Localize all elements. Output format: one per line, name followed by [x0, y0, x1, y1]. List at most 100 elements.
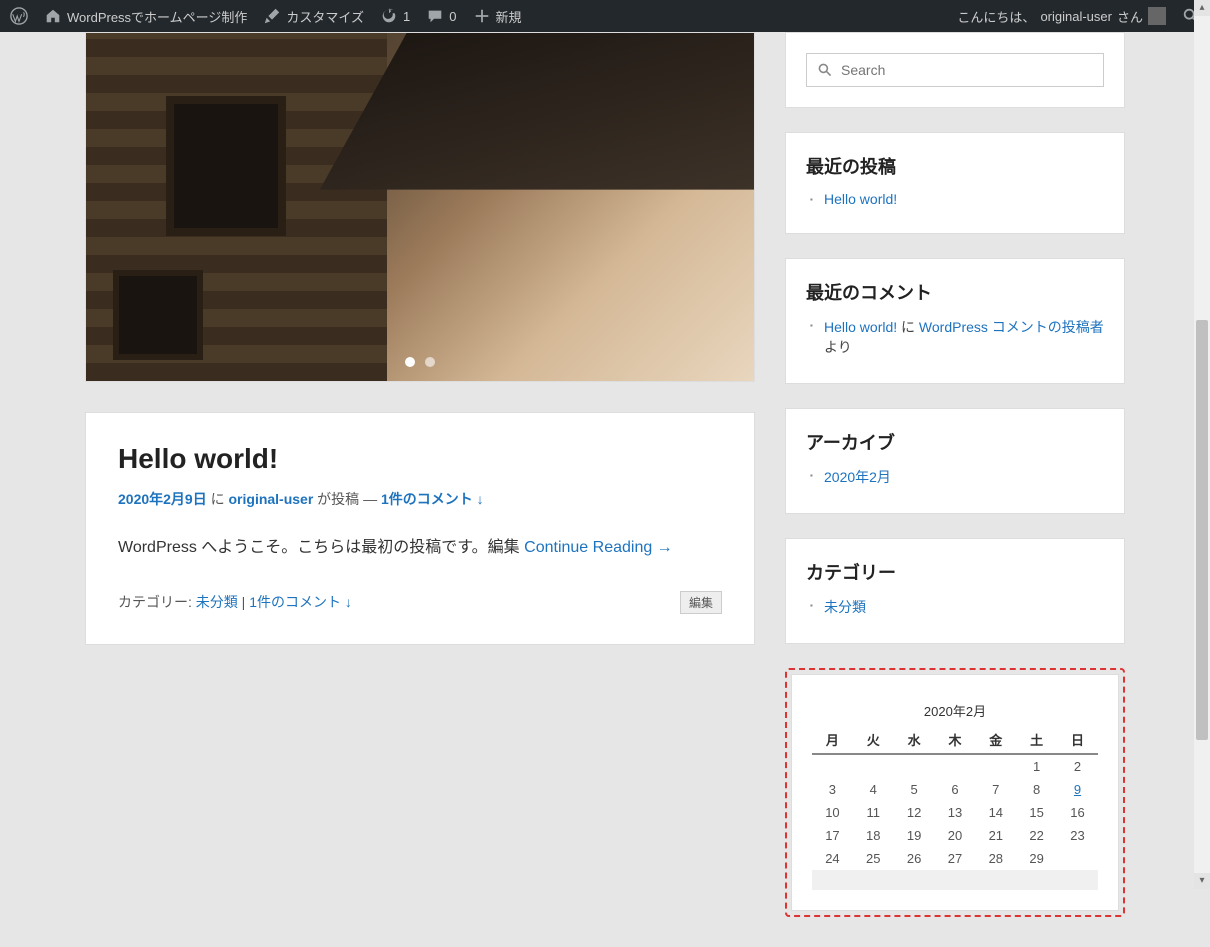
calendar-day[interactable]: 17 [812, 824, 853, 847]
updates-count: 1 [403, 9, 410, 24]
calendar-widget: 2020年2月 月火水木金土日 123456789101112131415161… [791, 674, 1119, 911]
calendar-day[interactable]: 4 [853, 778, 894, 801]
calendar-highlight: 2020年2月 月火水木金土日 123456789101112131415161… [785, 668, 1125, 917]
calendar-caption: 2020年2月 [812, 695, 1098, 726]
comments-count: 0 [449, 9, 456, 24]
list-item: Hello world! に WordPress コメントの投稿者 より [824, 317, 1104, 357]
post-footer: カテゴリー: 未分類 | 1件のコメント ↓ 編集 [118, 591, 722, 614]
site-name-text: WordPressでホームページ制作 [67, 7, 247, 26]
calendar-day [935, 754, 976, 778]
hero-decoration [113, 270, 203, 360]
calendar-day[interactable]: 3 [812, 778, 853, 801]
calendar-dow: 木 [935, 726, 976, 754]
comment-author-link[interactable]: WordPress コメントの投稿者 [919, 319, 1104, 335]
scroll-up-arrow[interactable]: ▴ [1194, 0, 1210, 16]
calendar-day [894, 754, 935, 778]
calendar-day[interactable]: 24 [812, 847, 853, 870]
calendar-day [975, 754, 1016, 778]
slider-dots [405, 357, 435, 367]
post-category-link[interactable]: 未分類 [196, 594, 238, 610]
scroll-thumb[interactable] [1196, 320, 1208, 740]
calendar-day[interactable]: 15 [1016, 801, 1057, 824]
post-title[interactable]: Hello world! [118, 443, 722, 475]
hero-decoration [166, 96, 286, 236]
search-input[interactable] [841, 62, 1093, 78]
calendar-day[interactable]: 13 [935, 801, 976, 824]
calendar-table: 2020年2月 月火水木金土日 123456789101112131415161… [812, 695, 1098, 890]
add-new-link[interactable]: 新規 [473, 7, 522, 26]
post-comment-link[interactable]: 1件のコメント ↓ [381, 491, 484, 507]
list-item: Hello world! [824, 191, 1104, 207]
calendar-dow: 水 [894, 726, 935, 754]
comment-icon [426, 7, 444, 25]
calendar-day[interactable]: 11 [853, 801, 894, 824]
calendar-day[interactable]: 27 [935, 847, 976, 870]
comment-post-link[interactable]: Hello world! [824, 319, 897, 335]
archive-widget: アーカイブ 2020年2月 [785, 408, 1125, 514]
post: Hello world! 2020年2月9日 に original-user が… [85, 412, 755, 645]
search-widget [785, 32, 1125, 108]
calendar-day[interactable]: 29 [1016, 847, 1057, 870]
archive-link[interactable]: 2020年2月 [824, 469, 891, 485]
calendar-day [1057, 847, 1098, 870]
edit-button[interactable]: 編集 [680, 591, 722, 614]
calendar-day[interactable]: 22 [1016, 824, 1057, 847]
continue-reading-link[interactable]: Continue Reading → [524, 539, 673, 556]
site-name-link[interactable]: WordPressでホームページ制作 [44, 7, 247, 26]
calendar-day[interactable]: 25 [853, 847, 894, 870]
recent-post-link[interactable]: Hello world! [824, 191, 897, 207]
scroll-down-arrow[interactable]: ▾ [1194, 873, 1210, 889]
comments-link[interactable]: 0 [426, 7, 456, 25]
post-date-link[interactable]: 2020年2月9日 [118, 491, 207, 507]
widget-title: アーカイブ [806, 429, 1104, 455]
post-footer-comment-link[interactable]: 1件のコメント ↓ [249, 594, 352, 610]
calendar-day[interactable]: 12 [894, 801, 935, 824]
calendar-dow: 月 [812, 726, 853, 754]
calendar-day[interactable]: 26 [894, 847, 935, 870]
slider-dot-2[interactable] [425, 357, 435, 367]
post-meta: 2020年2月9日 に original-user が投稿 — 1件のコメント … [118, 489, 722, 509]
vertical-scrollbar[interactable]: ▴ ▾ [1194, 0, 1210, 889]
search-box[interactable] [806, 53, 1104, 87]
calendar-day[interactable]: 2 [1057, 754, 1098, 778]
wordpress-icon [10, 7, 28, 25]
calendar-day-link[interactable]: 9 [1074, 782, 1081, 797]
calendar-day[interactable]: 1 [1016, 754, 1057, 778]
greeting-user: original-user [1040, 9, 1112, 24]
search-icon [817, 62, 833, 78]
calendar-day[interactable]: 16 [1057, 801, 1098, 824]
recent-posts-widget: 最近の投稿 Hello world! [785, 132, 1125, 234]
calendar-day[interactable]: 18 [853, 824, 894, 847]
calendar-dow: 日 [1057, 726, 1098, 754]
calendar-day[interactable]: 5 [894, 778, 935, 801]
customize-label: カスタマイズ [286, 7, 364, 26]
post-title-link[interactable]: Hello world! [118, 443, 278, 474]
home-icon [44, 7, 62, 25]
updates-link[interactable]: 1 [380, 7, 410, 25]
calendar-day[interactable]: 19 [894, 824, 935, 847]
category-link[interactable]: 未分類 [824, 599, 866, 615]
recent-comments-widget: 最近のコメント Hello world! に WordPress コメントの投稿… [785, 258, 1125, 384]
post-author-link[interactable]: original-user [229, 491, 314, 507]
calendar-day[interactable]: 6 [935, 778, 976, 801]
calendar-day[interactable]: 10 [812, 801, 853, 824]
greeting-prefix: こんにちは、 [957, 7, 1035, 26]
calendar-day[interactable]: 14 [975, 801, 1016, 824]
calendar-day[interactable]: 23 [1057, 824, 1098, 847]
calendar-dow: 火 [853, 726, 894, 754]
hero-slider [85, 32, 755, 382]
avatar [1148, 7, 1166, 25]
refresh-icon [380, 7, 398, 25]
brush-icon [263, 7, 281, 25]
calendar-day[interactable]: 21 [975, 824, 1016, 847]
calendar-day[interactable]: 8 [1016, 778, 1057, 801]
wp-logo[interactable] [10, 7, 28, 25]
calendar-day [853, 754, 894, 778]
calendar-day[interactable]: 7 [975, 778, 1016, 801]
slider-dot-1[interactable] [405, 357, 415, 367]
calendar-day[interactable]: 9 [1057, 778, 1098, 801]
calendar-day[interactable]: 20 [935, 824, 976, 847]
calendar-day[interactable]: 28 [975, 847, 1016, 870]
customize-link[interactable]: カスタマイズ [263, 7, 364, 26]
greeting[interactable]: こんにちは、 original-user さん [957, 7, 1166, 26]
